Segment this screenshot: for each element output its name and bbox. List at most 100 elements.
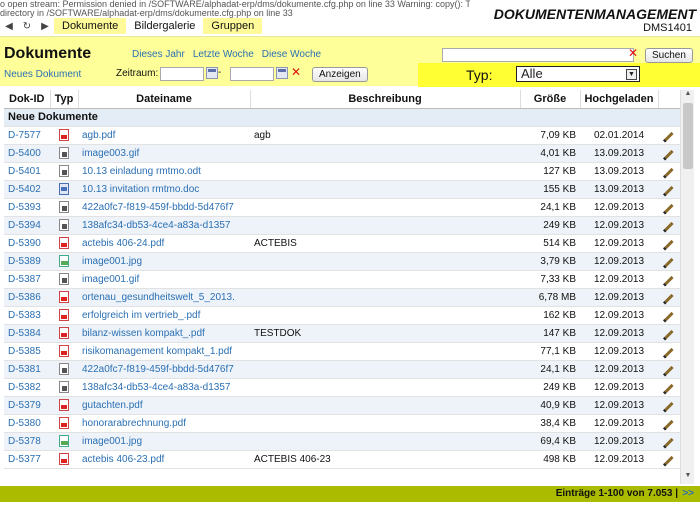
- file-name[interactable]: ortenau_gesundheitswelt_5_2013.: [78, 288, 250, 307]
- file-name[interactable]: image001.gif: [78, 270, 250, 289]
- edit-cell[interactable]: [658, 342, 680, 361]
- file-name[interactable]: 10.13 einladung rmtmo.odt: [78, 162, 250, 181]
- file-name[interactable]: erfolgreich im vertrieb_.pdf: [78, 306, 250, 325]
- pencil-icon[interactable]: [664, 185, 674, 195]
- edit-cell[interactable]: [658, 126, 680, 145]
- table-row[interactable]: D-5385 risikomanagement kompakt_1.pdf 77,1…: [4, 342, 680, 361]
- edit-cell[interactable]: [658, 288, 680, 307]
- edit-cell[interactable]: [658, 270, 680, 289]
- edit-cell[interactable]: [658, 306, 680, 325]
- table-row[interactable]: D-5386 ortenau_gesundheitswelt_5_2013. 6,7…: [4, 288, 680, 307]
- next-page-link[interactable]: >>: [682, 488, 694, 499]
- table-row[interactable]: D-5380 honorarabrechnung.pdf 38,4 KB 12.09.…: [4, 414, 680, 433]
- doc-id[interactable]: D-5402: [4, 180, 50, 199]
- reload-icon[interactable]: ↻: [18, 21, 36, 32]
- file-name[interactable]: image001.jpg: [78, 432, 250, 451]
- file-name[interactable]: image001.jpg: [78, 252, 250, 271]
- col-dok-id[interactable]: Dok-ID: [4, 90, 51, 109]
- file-name[interactable]: agb.pdf: [78, 126, 250, 145]
- link-dieses-jahr[interactable]: Dieses Jahr: [132, 49, 185, 60]
- table-row[interactable]: D-5383 erfolgreich im vertrieb_.pdf 162 KB…: [4, 306, 680, 325]
- doc-id[interactable]: D-5390: [4, 234, 50, 253]
- file-name[interactable]: image003.gif: [78, 144, 250, 163]
- pencil-icon[interactable]: [664, 347, 674, 357]
- edit-cell[interactable]: [658, 252, 680, 271]
- file-name[interactable]: gutachten.pdf: [78, 396, 250, 415]
- table-row[interactable]: D-5393 422a0fc7-f819-459f-bbdd-5d476f7 24,…: [4, 198, 680, 217]
- file-name[interactable]: risikomanagement kompakt_1.pdf: [78, 342, 250, 361]
- table-row[interactable]: D-5400 image003.gif 4,01 KB 13.09.2013: [4, 144, 680, 163]
- edit-cell[interactable]: [658, 216, 680, 235]
- table-row[interactable]: D-5378 image001.jpg 69,4 KB 12.09.2013: [4, 432, 680, 451]
- table-row[interactable]: D-5387 image001.gif 7,33 KB 12.09.2013: [4, 270, 680, 289]
- scroll-down-icon[interactable]: ▼: [681, 472, 695, 484]
- edit-cell[interactable]: [658, 432, 680, 451]
- doc-id[interactable]: D-5394: [4, 216, 50, 235]
- col-dateiname[interactable]: Dateiname: [78, 90, 251, 109]
- arrow-right-icon[interactable]: ▶: [36, 21, 54, 32]
- doc-id[interactable]: D-5386: [4, 288, 50, 307]
- doc-id[interactable]: D-5380: [4, 414, 50, 433]
- doc-id[interactable]: D-5401: [4, 162, 50, 181]
- date-to-input[interactable]: [230, 67, 274, 81]
- doc-id[interactable]: D-5378: [4, 432, 50, 451]
- col-beschreibung[interactable]: Beschreibung: [250, 90, 521, 109]
- file-name[interactable]: 138afc34-db53-4ce4-a83a-d1357: [78, 216, 250, 235]
- edit-cell[interactable]: [658, 396, 680, 415]
- doc-id[interactable]: D-5389: [4, 252, 50, 271]
- edit-cell[interactable]: [658, 324, 680, 343]
- link-letzte-woche[interactable]: Letzte Woche: [193, 49, 254, 60]
- search-button[interactable]: Suchen: [645, 48, 693, 63]
- doc-id[interactable]: D-5381: [4, 360, 50, 379]
- table-row[interactable]: D-5394 138afc34-db53-4ce4-a83a-d1357 249 K…: [4, 216, 680, 235]
- pencil-icon[interactable]: [664, 365, 674, 375]
- edit-cell[interactable]: [658, 162, 680, 181]
- doc-id[interactable]: D-5385: [4, 342, 50, 361]
- col-typ[interactable]: Typ: [50, 90, 79, 109]
- file-name[interactable]: 422a0fc7-f819-459f-bbdd-5d476f7: [78, 360, 250, 379]
- new-document-link[interactable]: Neues Dokument: [4, 69, 81, 80]
- table-scrollbar[interactable]: ▲ ▼: [680, 90, 694, 484]
- table-row[interactable]: D-5402 10.13 invitation rmtmo.doc 155 KB 13…: [4, 180, 680, 199]
- calendar-icon[interactable]: [276, 67, 288, 79]
- type-select[interactable]: Alle ▼: [516, 66, 640, 82]
- col-hochgeladen[interactable]: Hochgeladen: [580, 90, 659, 109]
- pencil-icon[interactable]: [664, 383, 674, 393]
- nav-gruppen[interactable]: Gruppen: [203, 18, 263, 34]
- pencil-icon[interactable]: [664, 131, 674, 141]
- col-groesse[interactable]: Größe: [520, 90, 581, 109]
- table-row[interactable]: D-5377 actebis 406-23.pdf ACTEBIS 406-23 49…: [4, 450, 680, 469]
- file-name[interactable]: 10.13 invitation rmtmo.doc: [78, 180, 250, 199]
- table-row[interactable]: D-7577 agb.pdf agb 7,09 KB 02.01.2014: [4, 126, 680, 145]
- table-row[interactable]: D-5381 422a0fc7-f819-459f-bbdd-5d476f7 24,…: [4, 360, 680, 379]
- table-row[interactable]: D-5401 10.13 einladung rmtmo.odt 127 KB 13.…: [4, 162, 680, 181]
- link-diese-woche[interactable]: Diese Woche: [262, 49, 321, 60]
- table-row[interactable]: D-5384 bilanz-wissen kompakt_.pdf TESTDOK 1…: [4, 324, 680, 343]
- pencil-icon[interactable]: [664, 329, 674, 339]
- edit-cell[interactable]: [658, 198, 680, 217]
- pencil-icon[interactable]: [664, 437, 674, 447]
- edit-cell[interactable]: [658, 450, 680, 469]
- table-row[interactable]: D-5379 gutachten.pdf 40,9 KB 12.09.2013: [4, 396, 680, 415]
- doc-id[interactable]: D-5384: [4, 324, 50, 343]
- table-row[interactable]: D-5389 image001.jpg 3,79 KB 12.09.2013: [4, 252, 680, 271]
- edit-cell[interactable]: [658, 414, 680, 433]
- file-name[interactable]: actebis 406-23.pdf: [78, 450, 250, 469]
- arrow-left-icon[interactable]: ◀: [0, 21, 18, 32]
- file-name[interactable]: 422a0fc7-f819-459f-bbdd-5d476f7: [78, 198, 250, 217]
- doc-id[interactable]: D-5387: [4, 270, 50, 289]
- pencil-icon[interactable]: [664, 311, 674, 321]
- file-name[interactable]: bilanz-wissen kompakt_.pdf: [78, 324, 250, 343]
- doc-id[interactable]: D-7577: [4, 126, 50, 145]
- edit-cell[interactable]: [658, 144, 680, 163]
- clear-search-icon[interactable]: ✕: [628, 46, 638, 60]
- search-input[interactable]: [442, 48, 634, 62]
- pencil-icon[interactable]: [664, 293, 674, 303]
- doc-id[interactable]: D-5393: [4, 198, 50, 217]
- doc-id[interactable]: D-5379: [4, 396, 50, 415]
- scroll-up-icon[interactable]: ▲: [681, 90, 695, 102]
- nav-bildergalerie[interactable]: Bildergalerie: [126, 18, 203, 34]
- pencil-icon[interactable]: [664, 221, 674, 231]
- pencil-icon[interactable]: [664, 401, 674, 411]
- date-from-input[interactable]: [160, 67, 204, 81]
